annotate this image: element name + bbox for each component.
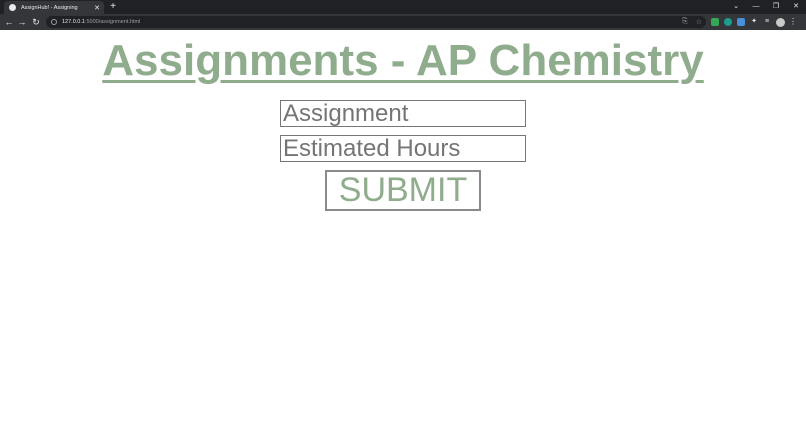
restore-button[interactable]: ❐ xyxy=(766,0,786,14)
browser-toolbar: ← → ↻ 127.0.0.1 :5000/assignment.html ⎘ … xyxy=(0,14,806,30)
bookmark-star-icon[interactable]: ☆ xyxy=(696,18,702,26)
estimated-hours-input[interactable] xyxy=(280,135,526,162)
share-icon[interactable]: ⎘ xyxy=(682,18,688,26)
shield-extension-icon[interactable] xyxy=(711,18,719,26)
page-title: Assignments - AP Chemistry xyxy=(102,36,704,85)
menu-kebab-icon[interactable]: ⋮ xyxy=(789,17,797,27)
tab-title: AssignHub! - Assigning xyxy=(21,4,78,11)
site-info-icon[interactable] xyxy=(51,19,57,25)
reload-button[interactable]: ↻ xyxy=(30,16,42,28)
globe-icon xyxy=(9,4,16,11)
back-button[interactable]: ← xyxy=(3,16,15,28)
tab-search-icon[interactable]: ⌄ xyxy=(726,0,746,14)
omnibox-actions: ⎘ ☆ xyxy=(674,16,702,28)
assignment-input[interactable] xyxy=(280,100,526,127)
screen-extension-icon[interactable] xyxy=(737,18,745,26)
address-bar[interactable]: 127.0.0.1 :5000/assignment.html ⎘ ☆ xyxy=(46,16,706,28)
forward-button[interactable]: → xyxy=(16,16,28,28)
grammar-extension-icon[interactable] xyxy=(724,18,732,26)
media-queue-icon[interactable]: ≡ xyxy=(763,18,771,26)
url-path: :5000/assignment.html xyxy=(84,19,141,25)
browser-tab[interactable]: AssignHub! - Assigning ✕ xyxy=(4,1,104,14)
browser-tabstrip: AssignHub! - Assigning ✕ + ⌄ — ❐ ✕ xyxy=(0,0,806,14)
url-host: 127.0.0.1 xyxy=(62,19,85,25)
window-controls: ⌄ — ❐ ✕ xyxy=(726,0,806,14)
close-window-button[interactable]: ✕ xyxy=(786,0,806,14)
close-tab-icon[interactable]: ✕ xyxy=(92,4,102,12)
page-content: Assignments - AP Chemistry SUBMIT xyxy=(0,30,806,436)
profile-avatar[interactable] xyxy=(776,17,785,27)
extension-icons: ✦ ≡ ⋮ xyxy=(711,17,797,27)
puzzle-extensions-icon[interactable]: ✦ xyxy=(750,18,758,26)
minimize-button[interactable]: — xyxy=(746,0,766,14)
submit-button[interactable]: SUBMIT xyxy=(325,170,481,211)
new-tab-button[interactable]: + xyxy=(108,1,118,13)
